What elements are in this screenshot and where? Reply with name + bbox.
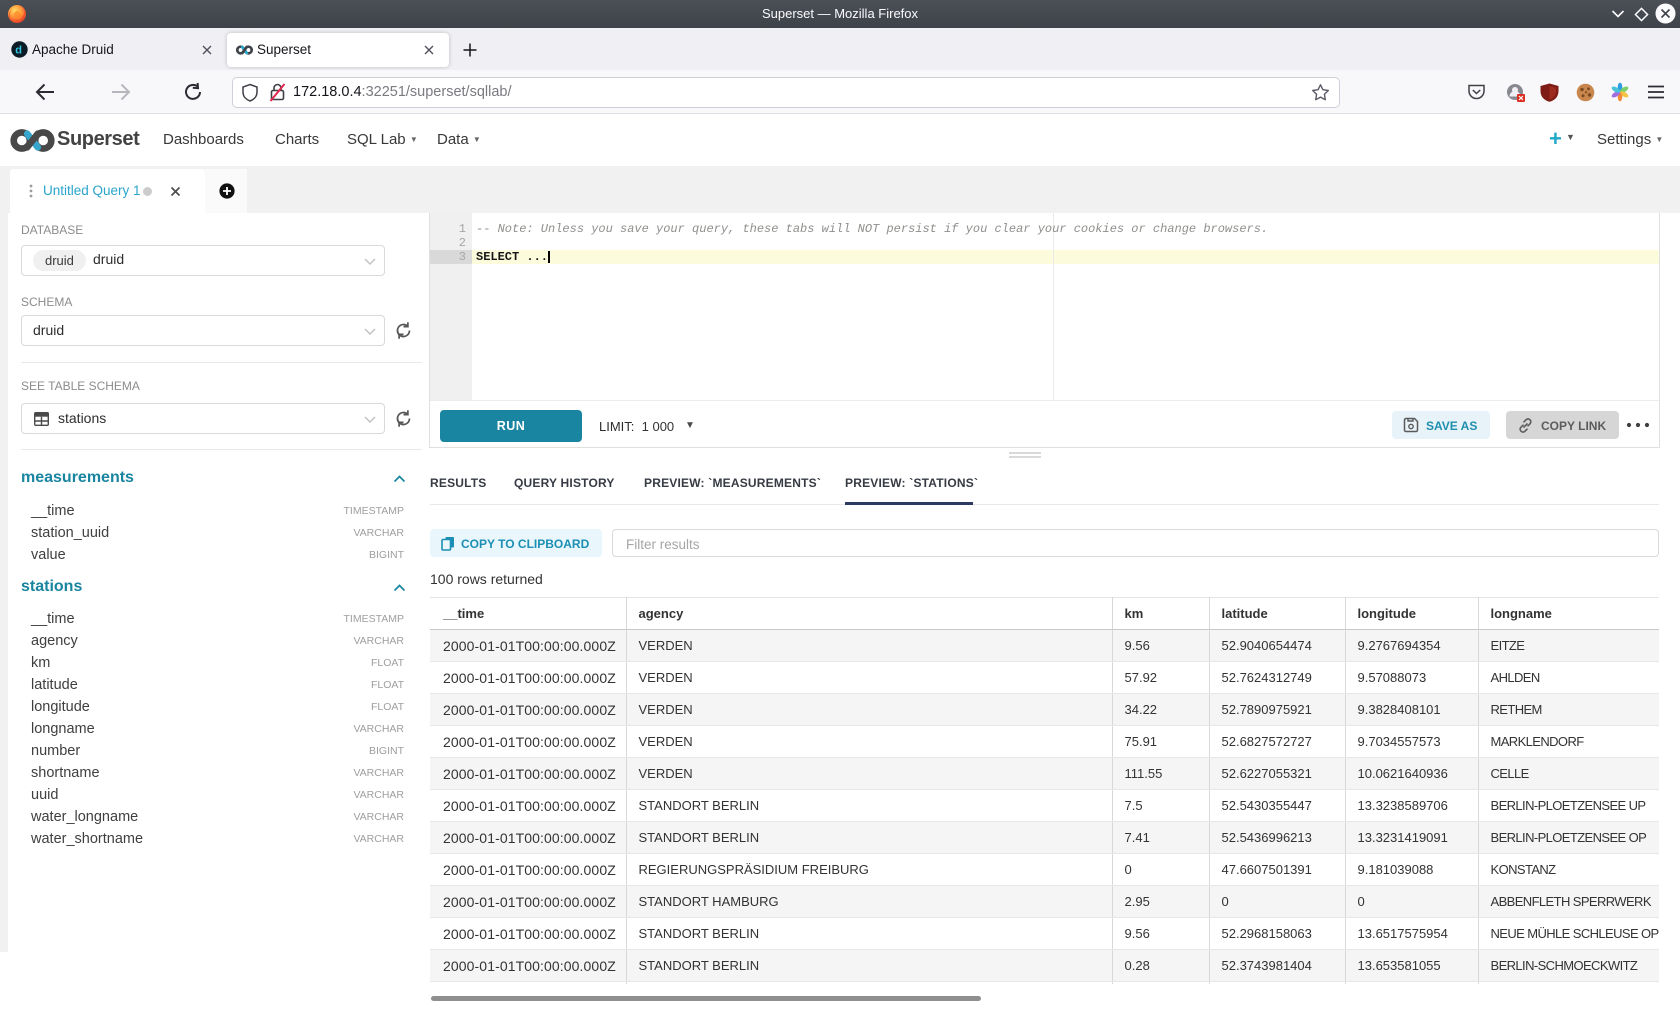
- svg-text:d: d: [15, 45, 22, 57]
